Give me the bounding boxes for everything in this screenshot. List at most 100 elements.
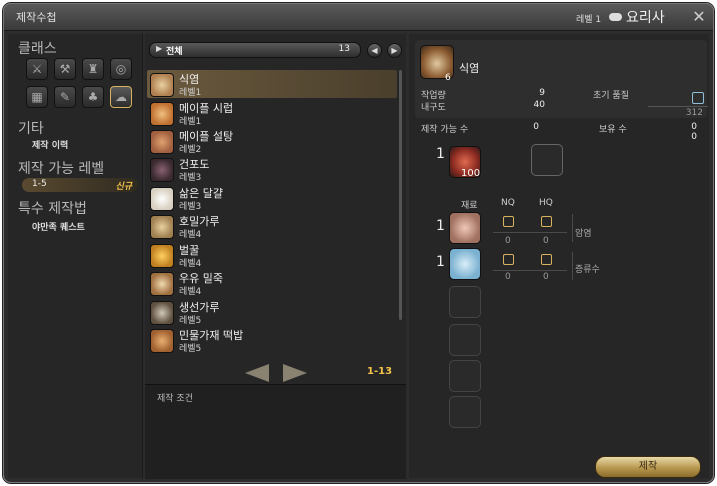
levels-title: 제작 가능 레벨 — [18, 161, 105, 177]
divider — [572, 214, 573, 242]
recipe-icon — [150, 215, 174, 239]
filter-count: 13 — [338, 44, 350, 54]
conditions-label: 제작 조건 — [157, 394, 193, 404]
nq-count: 0 — [505, 236, 511, 246]
material-name: 증류수 — [575, 265, 600, 275]
window-title: 제작수첩 — [16, 11, 57, 24]
recipe-icon — [150, 244, 174, 268]
hq-count: 0 — [543, 272, 549, 282]
distilled-water-icon[interactable] — [449, 248, 481, 280]
material-qty: 1 — [436, 218, 445, 234]
empty-crystal-slot — [531, 144, 563, 176]
craft-history-link[interactable]: 제작 이력 — [32, 138, 68, 151]
hq-checkbox[interactable] — [541, 254, 552, 265]
list-item[interactable]: 호밀가루 레벨4 — [147, 212, 397, 240]
nq-header: NQ — [501, 198, 515, 208]
sword-icon[interactable]: ⚔ — [26, 58, 48, 80]
recipe-level: 레벨3 — [179, 202, 202, 212]
filter-label: 전체 — [166, 47, 183, 57]
list-item[interactable]: 식염 레벨1 — [147, 70, 397, 98]
cooking-pot-icon — [609, 13, 622, 21]
left-panel: 클래스 ⚔ ⚒ ♜ ◎ ▦ ✎ ♣ ☁ 기타 제작 이력 제작 가능 레벨 1-… — [8, 34, 143, 478]
next-page-arrow[interactable] — [283, 364, 307, 382]
job-name: 요리사 — [626, 10, 665, 26]
page-count: 1-13 — [367, 366, 393, 377]
list-item[interactable]: 벌꿀 레벨4 — [147, 241, 397, 269]
empty-material-slot — [449, 396, 481, 428]
recipe-icon — [150, 102, 174, 126]
hq-count: 0 — [543, 236, 549, 246]
hq-checkbox[interactable] — [692, 92, 704, 104]
recipe-icon — [150, 301, 174, 325]
category-filter[interactable]: ▶ 전체 13 — [149, 42, 361, 58]
recipe-level: 레벨2 — [179, 145, 202, 155]
flask-icon[interactable]: ♣ — [82, 86, 104, 108]
divider — [572, 252, 573, 280]
empty-material-slot — [449, 286, 481, 318]
owned-label: 보유 수 — [599, 125, 627, 135]
material-name: 암염 — [575, 229, 592, 239]
recipe-level: 레벨4 — [179, 230, 202, 240]
nq-checkbox[interactable] — [503, 254, 514, 265]
quill-icon[interactable]: ✎ — [54, 86, 76, 108]
recipe-list-panel: ▶ 전체 13 ◀ ▶ 식염 레벨1 메이플 시럽 레벨1 메이플 설탕 레벨2 — [145, 34, 406, 479]
recipe-icon — [150, 158, 174, 182]
recipe-level: 레벨5 — [179, 344, 202, 354]
hq-checkbox[interactable] — [541, 216, 552, 227]
recipe-icon — [150, 329, 174, 353]
recipe-icon — [150, 73, 174, 97]
conditions-box: 제작 조건 — [145, 384, 406, 479]
pot-icon[interactable]: ☁ — [110, 86, 132, 108]
rock-salt-icon[interactable] — [449, 212, 481, 244]
prev-category-button[interactable]: ◀ — [367, 43, 382, 58]
recipe-level: 레벨4 — [179, 287, 202, 297]
loom-icon[interactable]: ▦ — [26, 86, 48, 108]
special-title: 특수 제작법 — [18, 201, 87, 217]
level-range-item[interactable]: 1-5 신규 — [22, 178, 138, 192]
material-qty: 1 — [436, 254, 445, 270]
craft-button[interactable]: 제작 — [595, 456, 701, 478]
beast-tribe-quest-link[interactable]: 야만족 퀘스트 — [32, 220, 85, 233]
list-item[interactable]: 메이플 설탕 레벨2 — [147, 127, 397, 155]
list-item[interactable]: 메이플 시럽 레벨1 — [147, 99, 397, 127]
product-count: 6 — [445, 73, 451, 83]
crystal-count: 100 — [461, 168, 481, 179]
durability-value: 40 — [533, 100, 545, 110]
anvil-icon[interactable]: ⚒ — [54, 58, 76, 80]
prev-page-arrow[interactable] — [245, 364, 269, 382]
list-item[interactable]: 생선가루 레벨5 — [147, 298, 397, 326]
class-title: 클래스 — [18, 41, 57, 57]
new-badge: 신규 — [115, 182, 132, 192]
level-range: 1-5 — [32, 179, 47, 189]
list-item[interactable]: 삶은 달걀 레벨3 — [147, 184, 397, 212]
recipe-list: 식염 레벨1 메이플 시럽 레벨1 메이플 설탕 레벨2 건포도 레벨3 삶은 … — [147, 66, 399, 354]
title-bar: 제작수첩 레벨 1 요리사 ✕ — [4, 4, 713, 31]
quality-label: 초기 품질 — [593, 91, 629, 101]
workload-value: 9 — [539, 88, 545, 98]
recipe-level: 레벨4 — [179, 259, 202, 269]
quality-bar — [648, 106, 708, 107]
play-arrow-icon: ▶ — [156, 44, 163, 53]
ring-icon[interactable]: ◎ — [110, 58, 132, 80]
owned-value: 0 — [691, 122, 697, 132]
recipe-level: 레벨1 — [179, 88, 202, 98]
recipe-level: 레벨3 — [179, 173, 202, 183]
recipe-level: 레벨5 — [179, 316, 202, 326]
recipe-icon — [150, 187, 174, 211]
close-icon[interactable]: ✕ — [690, 8, 708, 26]
recipe-icon — [150, 272, 174, 296]
nq-checkbox[interactable] — [503, 216, 514, 227]
helmet-icon[interactable]: ♜ — [82, 58, 104, 80]
nq-count: 0 — [505, 272, 511, 282]
recipe-icon — [150, 130, 174, 154]
job-level: 레벨 1 — [576, 15, 602, 25]
craftable-value: 0 — [533, 122, 539, 132]
owned-hq-value: 0 — [691, 132, 697, 142]
next-category-button[interactable]: ▶ — [387, 43, 402, 58]
list-scrollbar[interactable] — [399, 70, 402, 320]
list-item[interactable]: 민물가재 떡밥 레벨5 — [147, 326, 397, 354]
list-item[interactable]: 건포도 레벨3 — [147, 155, 397, 183]
other-title: 기타 — [18, 121, 44, 137]
list-item[interactable]: 우유 밀죽 레벨4 — [147, 269, 397, 297]
recipe-detail-panel: 6 식염 작업량 9 내구도 40 초기 품질 312 제작 가능 수 0 보유… — [409, 34, 709, 478]
